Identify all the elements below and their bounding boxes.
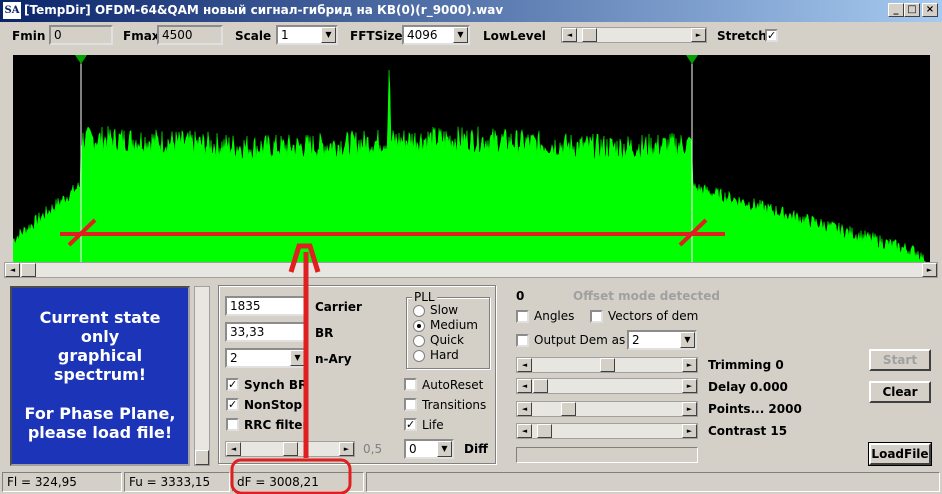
annotation-highlight-box <box>230 458 352 494</box>
annotation-overlay <box>230 243 352 494</box>
